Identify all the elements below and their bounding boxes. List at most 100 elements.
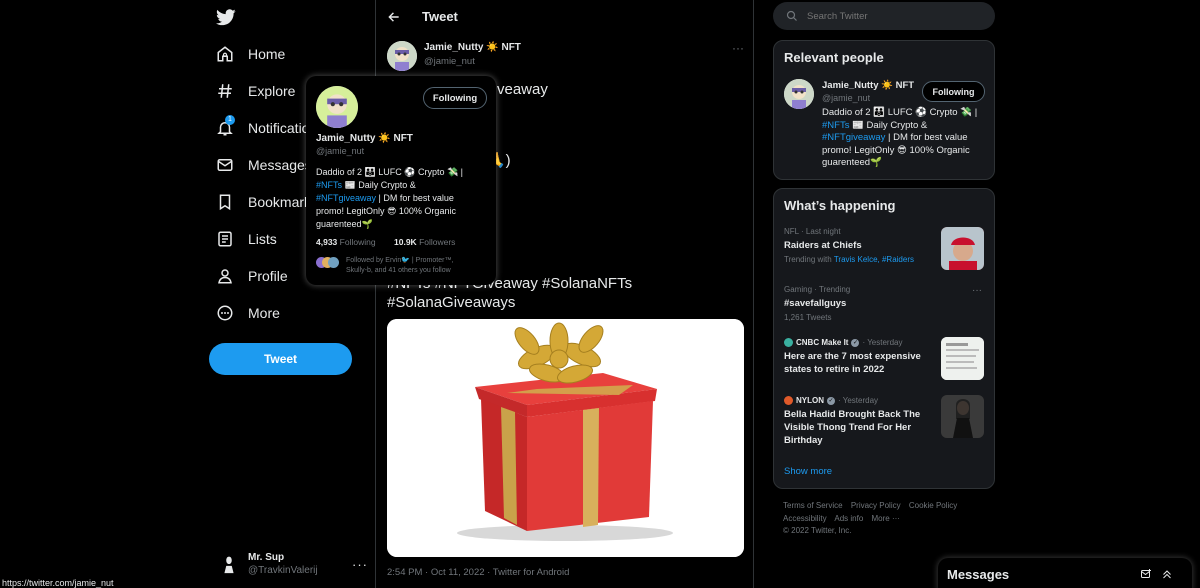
news-source: NYLON — [796, 396, 824, 405]
nav-messages-label: Messages — [248, 157, 312, 173]
footer-link[interactable]: More ··· — [872, 514, 900, 523]
person-icon — [218, 269, 232, 284]
notification-badge: 1 — [225, 115, 235, 125]
nav-home[interactable]: Home — [216, 42, 285, 66]
relevant-bio-line2: 📰 Daily Crypto & — [849, 119, 928, 131]
footer-link[interactable]: Ads info — [834, 514, 863, 523]
hovercard-handle[interactable]: @jamie_nut — [316, 146, 364, 156]
nav-more-label: More — [248, 305, 280, 321]
hashtag-icon — [218, 84, 232, 98]
new-message-icon[interactable] — [1140, 568, 1152, 580]
relevant-bio-line3: | DM for best value — [885, 132, 968, 143]
news-thumbnail-nylon — [941, 395, 984, 438]
news-time: · Yesterday — [862, 338, 903, 347]
author-handle[interactable]: @jamie_nut — [424, 56, 475, 67]
nav-bookmarks[interactable]: Bookmarks — [216, 190, 318, 214]
home-icon — [217, 46, 233, 62]
footer-link[interactable]: Terms of Service — [783, 501, 843, 510]
search-box[interactable] — [773, 2, 995, 30]
show-more-link[interactable]: Show more — [784, 466, 832, 477]
nav-lists-label: Lists — [248, 231, 277, 247]
trend-with-links[interactable]: Travis Kelce, #Raiders — [834, 255, 914, 264]
relevant-bio-line4: promo! LegitOnly 😎 100% Organic — [822, 144, 970, 156]
hovercard-bio-line3: | DM for best value — [376, 193, 454, 203]
tweet-image-gift[interactable] — [387, 319, 744, 557]
relevant-people-panel: Relevant people Jamie_Nutty ☀️ NFT @jami… — [773, 40, 995, 180]
relevant-handle[interactable]: @jamie_nut — [822, 93, 870, 103]
back-arrow-icon[interactable] — [387, 10, 401, 24]
relevant-bio-line5: guarenteed🌱 — [822, 157, 882, 168]
trend-thumbnail-raiders — [941, 227, 984, 270]
relevant-bio-tag1[interactable]: #NFTs — [822, 120, 849, 131]
nylon-logo-icon — [784, 396, 793, 405]
hovercard-following-button[interactable]: Following — [423, 87, 487, 109]
tweet-more-icon[interactable]: ··· — [732, 41, 744, 55]
hovercard-following-count: 4,933 — [316, 237, 338, 247]
nav-profile[interactable]: Profile — [216, 264, 288, 288]
copyright: © 2022 Twitter, Inc. — [783, 526, 852, 535]
footer-link[interactable]: Accessibility — [783, 514, 827, 523]
messages-drawer-title: Messages — [947, 567, 1010, 582]
relevant-name[interactable]: Jamie_Nutty ☀️ NFT — [822, 80, 914, 91]
trend-more-icon[interactable]: ··· — [972, 285, 982, 296]
twitter-logo-icon[interactable] — [216, 9, 236, 26]
relevant-bio-tag2[interactable]: #NFTgiveaway — [822, 132, 885, 143]
nav-lists[interactable]: Lists — [216, 227, 277, 251]
bell-icon-wrap: 1 — [216, 115, 235, 137]
trend-title: #savefallguys — [784, 298, 847, 309]
news-item[interactable]: CNBC Make It ✓ · Yesterday Here are the … — [784, 338, 934, 376]
hovercard-bio-tag2[interactable]: #NFTgiveaway — [316, 193, 376, 203]
relevant-avatar[interactable] — [784, 79, 814, 109]
status-bar-url: https://twitter.com/jamie_nut — [0, 578, 116, 588]
trend-count: 1,261 Tweets — [784, 313, 832, 322]
hovercard-followers-stat[interactable]: 10.9K Followers — [394, 237, 455, 247]
nav-profile-label: Profile — [248, 268, 288, 284]
trend-context: Gaming · Trending — [784, 285, 851, 294]
hovercard-following-stat[interactable]: 4,933 Following — [316, 237, 376, 247]
news-title: Bella Hadid Brought Back The Visible Tho… — [784, 409, 921, 446]
account-more-icon: ··· — [352, 556, 368, 572]
account-name: Mr. Sup — [248, 552, 285, 563]
chevron-up-icon[interactable] — [1161, 568, 1173, 580]
whats-happening-panel: What’s happening NFL · Last night Raider… — [773, 188, 995, 489]
account-switcher[interactable]: Mr. Sup @TravkinValerij ··· — [218, 547, 368, 581]
hovercard-bio-line1: Daddio of 2 👪 LUFC ⚽ Crypto 💸 | — [316, 167, 464, 177]
nav-messages[interactable]: Messages — [216, 153, 312, 177]
cnbc-logo-icon — [784, 338, 793, 347]
footer-link[interactable]: Privacy Policy — [851, 501, 901, 510]
author-avatar[interactable] — [387, 41, 417, 71]
whats-happening-title: What’s happening — [784, 198, 896, 213]
hovercard-name[interactable]: Jamie_Nutty ☀️ NFT — [316, 133, 413, 144]
tweet-meta: 2:54 PM · Oct 11, 2022 · Twitter for And… — [387, 567, 570, 578]
hovercard-followers-label: Followers — [419, 237, 456, 247]
account-handle: @TravkinValerij — [248, 565, 318, 576]
news-item[interactable]: NYLON ✓ · Yesterday Bella Hadid Brought … — [784, 396, 934, 447]
page-title: Tweet — [422, 9, 458, 24]
tweet-button[interactable]: Tweet — [209, 343, 352, 375]
verified-icon: ✓ — [827, 396, 835, 405]
nav-explore-label: Explore — [248, 83, 296, 99]
search-input[interactable] — [807, 8, 982, 24]
tweet-hashtags-line2[interactable]: #SolanaGiveaways — [387, 294, 515, 311]
news-title: Here are the 7 most expensive states to … — [784, 351, 921, 375]
relevant-following-button[interactable]: Following — [922, 81, 985, 102]
bookmark-icon — [219, 194, 231, 211]
hovercard-bio-tag1[interactable]: #NFTs — [316, 180, 342, 190]
hovercard-avatar[interactable] — [316, 86, 358, 128]
hovercard-following-label: Following — [339, 237, 376, 247]
nav-explore[interactable]: Explore — [216, 79, 295, 103]
envelope-icon — [217, 159, 233, 171]
hovercard-bio-line5: guarenteed🌱 — [316, 219, 373, 229]
messages-drawer[interactable]: Messages — [938, 558, 1192, 588]
footer-link[interactable]: Cookie Policy — [909, 501, 957, 510]
followed-by-line2: Skully-b, and 41 others you follow — [346, 267, 451, 274]
news-time: · Yesterday — [838, 396, 879, 405]
search-icon — [786, 10, 797, 21]
nav-more[interactable]: More — [216, 301, 280, 325]
author-name[interactable]: Jamie_Nutty ☀️ NFT — [424, 42, 521, 53]
hovercard-bio-line4: promo! LegitOnly 😎 100% Organic — [316, 206, 456, 216]
hovercard-followers-count: 10.9K — [394, 237, 417, 247]
hovercard-followed-by[interactable]: Followed by Ervin🐦 | Promoter™, Skully-b… — [346, 256, 491, 276]
trend-item[interactable]: Gaming · Trending #savefallguys 1,261 Tw… — [784, 285, 989, 322]
footer-links: Terms of Service Privacy Policy Cookie P… — [783, 500, 983, 538]
